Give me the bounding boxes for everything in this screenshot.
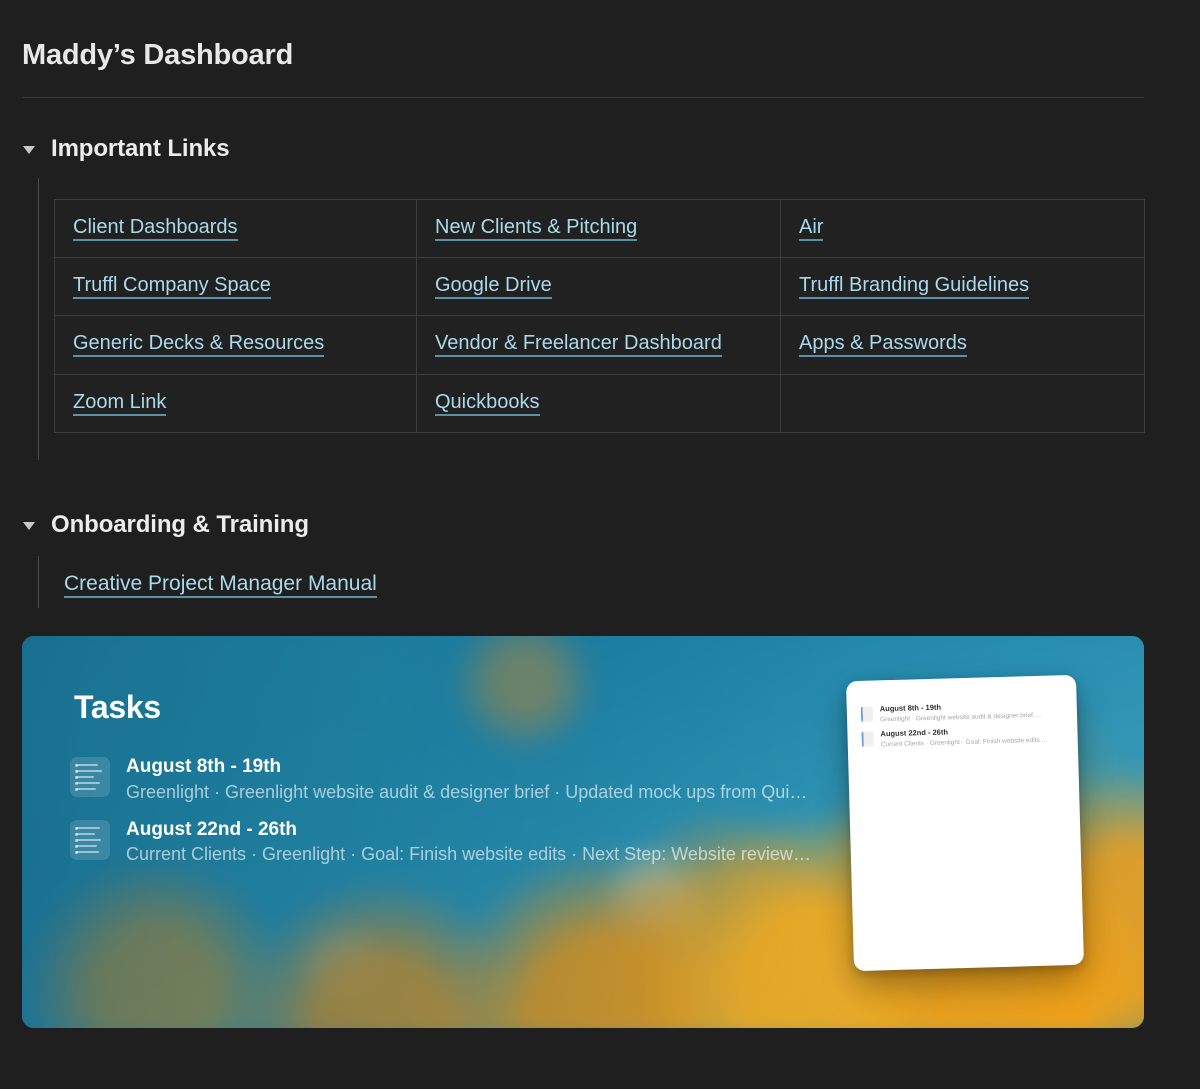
- section-header-onboarding-training: Onboarding & Training: [22, 511, 309, 539]
- tasks-banner[interactable]: Tasks August 8th - 19th Greenlight · Gre…: [22, 636, 1144, 1028]
- preview-card-row: August 8th - 19th Greenlight · Greenligh…: [860, 699, 1061, 725]
- task-date: August 8th - 19th: [126, 756, 282, 777]
- section-header-important-links: Important Links: [22, 135, 230, 163]
- table-cell: Google Drive: [416, 257, 781, 317]
- table-cell: Apps & Passwords: [780, 315, 1145, 375]
- table-cell: Zoom Link: [54, 373, 417, 433]
- link-zoom-link[interactable]: Zoom Link: [73, 390, 167, 416]
- tasks-preview-card[interactable]: August 8th - 19th Greenlight · Greenligh…: [845, 674, 1085, 972]
- table-cell: Quickbooks: [416, 373, 781, 433]
- title-divider: [22, 97, 1144, 98]
- table-row: Zoom Link Quickbooks: [54, 373, 1145, 433]
- toggle-guideline-important-links: [38, 178, 39, 460]
- link-apps-and-passwords[interactable]: Apps & Passwords: [799, 332, 967, 358]
- important-links-table: Client Dashboards New Clients & Pitching…: [54, 198, 1145, 433]
- table-cell: Vendor & Freelancer Dashboard: [416, 315, 781, 375]
- banner-title: Tasks: [74, 689, 161, 725]
- toggle-guideline-onboarding-training: [38, 556, 39, 608]
- section-title-onboarding-training: Onboarding & Training: [51, 511, 309, 538]
- preview-card-row: August 22nd - 26th Current Clients · Gre…: [861, 725, 1061, 751]
- task-meta: Current Clients · Greenlight · Goal: Fin…: [126, 844, 814, 865]
- link-new-clients-and-pitching[interactable]: New Clients & Pitching: [435, 216, 638, 241]
- triangle-down-icon-important-links[interactable]: [22, 141, 38, 157]
- link-air[interactable]: Air: [799, 216, 824, 241]
- table-cell: New Clients & Pitching: [416, 198, 781, 259]
- table-cell-empty: [780, 373, 1145, 433]
- task-list-thumbnail-icon: [70, 757, 110, 797]
- table-cell: Truffl Company Space: [54, 257, 417, 317]
- banner-task-list: August 8th - 19th Greenlight · Greenligh…: [70, 754, 814, 880]
- table-row: Generic Decks & Resources Vendor & Freel…: [54, 315, 1145, 375]
- dashboard-page: Maddy’s Dashboard Important Links Client…: [0, 0, 1200, 1089]
- link-quickbooks[interactable]: Quickbooks: [435, 390, 540, 416]
- triangle-down-icon-onboarding-training[interactable]: [22, 517, 38, 533]
- table-cell: Air: [780, 198, 1145, 259]
- link-truffl-branding-guidelines[interactable]: Truffl Branding Guidelines: [799, 274, 1030, 300]
- link-vendor-and-freelancer-dashboard[interactable]: Vendor & Freelancer Dashboard: [435, 332, 722, 358]
- link-generic-decks-and-resources[interactable]: Generic Decks & Resources: [73, 332, 325, 358]
- task-date: August 22nd - 26th: [126, 818, 298, 840]
- table-cell: Truffl Branding Guidelines: [780, 257, 1145, 317]
- task-list-thumbnail-icon: [70, 819, 110, 860]
- page-title: Maddy’s Dashboard: [22, 39, 294, 71]
- table-row: Client Dashboards New Clients & Pitching…: [54, 198, 1145, 259]
- link-truffl-company-space[interactable]: Truffl Company Space: [73, 274, 271, 300]
- task-meta: Greenlight · Greenlight website audit & …: [126, 781, 814, 802]
- link-google-drive[interactable]: Google Drive: [435, 274, 552, 300]
- link-creative-project-manager-manual[interactable]: Creative Project Manager Manual: [64, 572, 377, 598]
- document-thumbnail-icon: [861, 731, 874, 748]
- list-item[interactable]: August 8th - 19th Greenlight · Greenligh…: [70, 754, 814, 805]
- list-item[interactable]: August 22nd - 26th Current Clients · Gre…: [70, 817, 814, 868]
- table-cell: Client Dashboards: [54, 198, 417, 259]
- onboarding-link-container: Creative Project Manager Manual: [64, 572, 377, 598]
- table-row: Truffl Company Space Google Drive Truffl…: [54, 257, 1145, 317]
- table-cell: Generic Decks & Resources: [54, 315, 417, 375]
- document-thumbnail-icon: [860, 706, 874, 722]
- section-title-important-links: Important Links: [51, 135, 230, 162]
- link-client-dashboards[interactable]: Client Dashboards: [73, 216, 238, 241]
